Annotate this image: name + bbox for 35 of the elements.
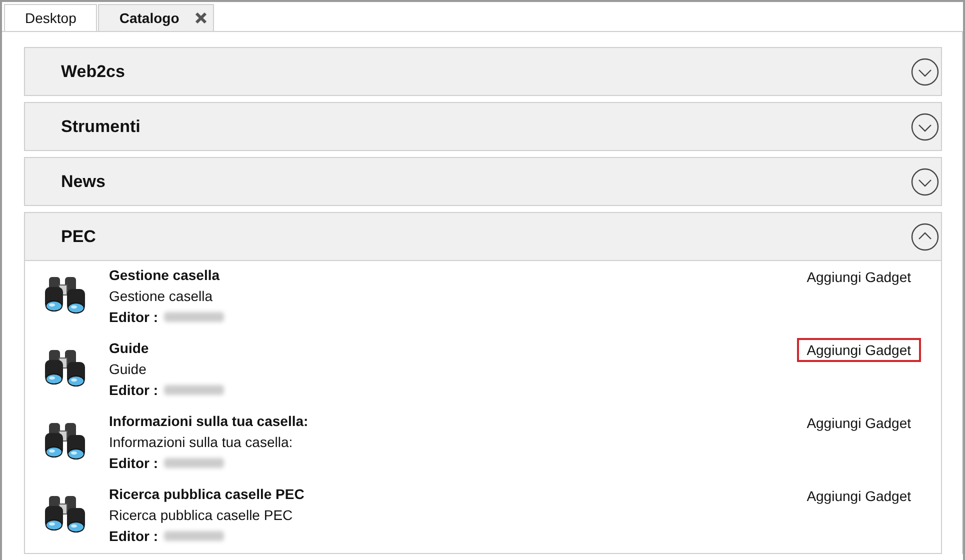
section-header[interactable]: PEC <box>25 213 941 260</box>
gadget-title: Guide <box>109 340 150 356</box>
expand-icon[interactable] <box>910 112 940 142</box>
redacted-name <box>164 531 224 541</box>
section-title: Web2cs <box>61 62 126 82</box>
gadget-title: Ricerca pubblica caselle PEC <box>109 486 306 502</box>
editor-label: Editor : <box>109 528 158 544</box>
tab[interactable]: Desktop <box>4 4 98 31</box>
section-header[interactable]: News <box>25 158 941 205</box>
redacted-name <box>164 385 224 395</box>
collapse-icon[interactable] <box>910 222 940 252</box>
gadget-description: Ricerca pubblica caselle PEC <box>109 507 294 523</box>
redacted-name <box>164 458 224 468</box>
section-header[interactable]: Strumenti <box>25 103 941 150</box>
close-icon[interactable] <box>195 12 208 24</box>
tab[interactable]: Catalogo <box>98 4 214 31</box>
add-gadget-link[interactable]: Aggiungi Gadget <box>796 265 921 289</box>
gadget-title: Gestione casella <box>109 267 221 283</box>
editor-label: Editor : <box>109 382 158 398</box>
section-title: Strumenti <box>61 116 142 136</box>
section-title: News <box>61 172 106 192</box>
add-gadget-link[interactable]: Aggiungi Gadget <box>796 411 921 435</box>
add-gadget-link[interactable]: Aggiungi Gadget <box>796 484 921 508</box>
gadget-title: Informazioni sulla tua casella: <box>109 413 310 429</box>
section-header[interactable]: Web2cs <box>25 48 941 95</box>
gadget-description: Informazioni sulla tua casella: <box>109 434 294 450</box>
add-gadget-link[interactable]: Aggiungi Gadget <box>796 338 921 362</box>
section-title: PEC <box>61 226 97 246</box>
editor-label: Editor : <box>109 455 158 471</box>
editor-label: Editor : <box>109 309 158 325</box>
expand-icon[interactable] <box>910 166 940 196</box>
gadget-description: Guide <box>109 361 148 377</box>
gadget-description: Gestione casella <box>109 288 214 304</box>
redacted-name <box>164 312 224 322</box>
expand-icon[interactable] <box>910 56 940 86</box>
